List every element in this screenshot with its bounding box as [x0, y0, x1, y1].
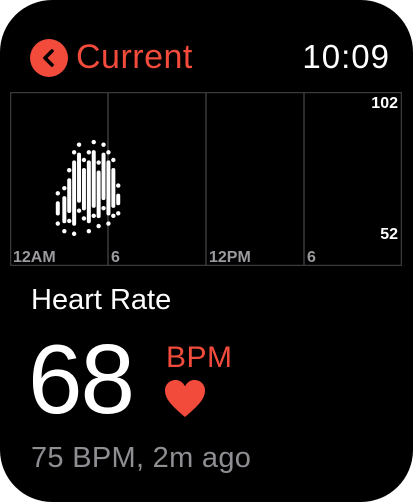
- heart-rate-sample: [81, 157, 87, 163]
- heart-rate-sample: [86, 150, 92, 155]
- heart-rate-sample: [55, 221, 60, 226]
- heart-rate-value: 68: [28, 324, 135, 434]
- heart-rate-sample: [81, 216, 87, 221]
- heart-icon: [164, 379, 206, 419]
- heart-rate-sample: [71, 150, 77, 155]
- clock: 10:09: [302, 38, 390, 75]
- heart-rate-sample: [101, 142, 106, 147]
- heart-rate-sample: [55, 191, 60, 196]
- heart-rate-sample: [116, 183, 121, 188]
- header: Current 10:09: [30, 28, 390, 80]
- heart-rate-chart: 12AM 6 12PM 6 102 52: [10, 92, 402, 266]
- heart-rate-sample: [101, 205, 106, 211]
- heart-rate-sample: [91, 213, 96, 219]
- y-tick-label: 102: [371, 95, 398, 112]
- x-tick-label: 6: [111, 249, 120, 266]
- unit-label: BPM: [166, 341, 233, 374]
- heart-rate-sample: [76, 142, 82, 147]
- heart-rate-sample: [62, 185, 67, 191]
- heart-rate-chart-svg: 12AM 6 12PM 6 102 52: [10, 92, 402, 266]
- heart-rate-sample: [106, 150, 111, 155]
- back-label: Current: [76, 38, 193, 76]
- heart-rate-sample: [96, 160, 101, 165]
- heart-rate-sample: [71, 231, 77, 236]
- heart-rate-sample: [76, 208, 82, 213]
- chevron-left-icon: [30, 38, 68, 77]
- heart-rate-sample: [86, 229, 92, 234]
- y-tick-label: 52: [380, 226, 398, 243]
- heart-rate-sample: [91, 139, 96, 145]
- heart-rate-sample: [111, 213, 116, 219]
- heart-rate-sample: [116, 211, 121, 216]
- heart-rate-sample: [106, 221, 111, 226]
- heart-rate-sample: [111, 157, 116, 163]
- x-tick-label: 12AM: [13, 249, 56, 266]
- metric-title: Heart Rate: [31, 284, 172, 316]
- watch-screen: Current 10:09 12AM 6 12PM 6 102 52 Heart Rate…: [0, 0, 413, 502]
- x-tick-label: 6: [307, 249, 316, 266]
- back-button[interactable]: Current: [30, 38, 193, 77]
- heart-rate-sample: [67, 218, 72, 224]
- last-reading: 75 BPM, 2m ago: [31, 442, 252, 474]
- heart-rate-sample: [96, 223, 101, 229]
- heart-rate-sample: [67, 168, 72, 173]
- heart-rate-sample: [62, 229, 67, 234]
- x-tick-label: 12PM: [209, 249, 251, 266]
